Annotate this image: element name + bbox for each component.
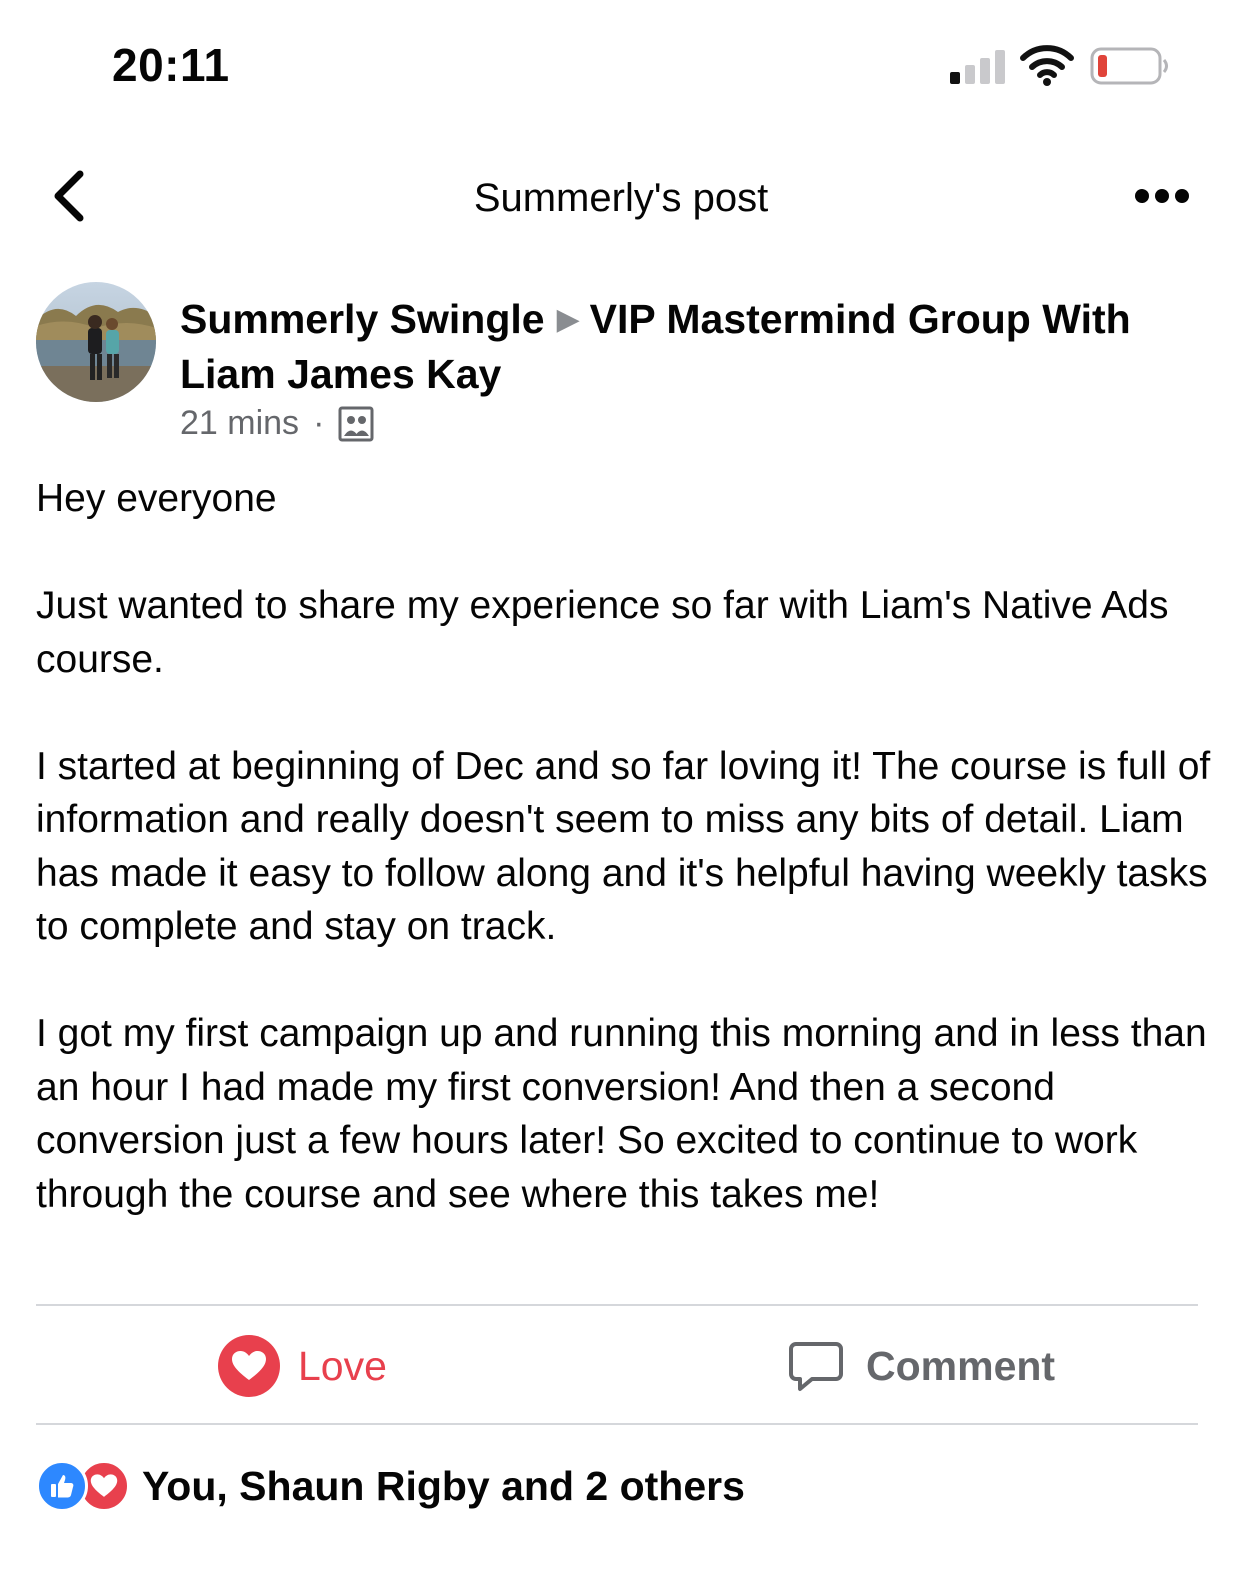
reactions-summary[interactable]: You, Shaun Rigby and 2 others <box>36 1460 745 1512</box>
comment-icon <box>789 1342 843 1391</box>
reactions-text: You, Shaun Rigby and 2 others <box>142 1462 745 1509</box>
post-body: Hey everyone Just wanted to share my exp… <box>36 472 1216 1221</box>
wifi-icon <box>1020 45 1074 86</box>
meta-separator: · <box>313 404 325 442</box>
triangle-right-icon: ▶ <box>556 303 580 336</box>
comment-button[interactable]: Comment <box>788 1330 1055 1402</box>
post-paragraph: I got my first campaign up and running t… <box>36 1012 1207 1216</box>
avatar[interactable] <box>36 282 156 402</box>
like-icon <box>36 1460 88 1512</box>
status-time: 20:11 <box>112 39 230 91</box>
post-screen: 20:11 Summerly's post Summerly Swingle ▶… <box>0 0 1242 1579</box>
post-header-title: Summerly Swingle ▶ VIP Mastermind Group Wi… <box>180 294 1180 400</box>
love-button[interactable]: Love <box>218 1330 387 1402</box>
group-icon <box>338 406 374 441</box>
post-paragraph: Hey everyone <box>36 477 277 520</box>
post-time[interactable]: 21 mins <box>180 404 299 443</box>
more-horizontal-icon[interactable] <box>1130 180 1194 212</box>
love-label: Love <box>298 1342 387 1389</box>
divider <box>36 1423 1198 1425</box>
post-paragraph: Just wanted to share my experience so fa… <box>36 584 1169 681</box>
cellular-signal-icon <box>950 50 1005 84</box>
post-meta: 21 mins · <box>180 404 374 443</box>
divider <box>36 1304 1198 1306</box>
page-title: Summerly's post <box>473 176 769 220</box>
comment-label: Comment <box>866 1342 1056 1389</box>
battery-low-icon <box>1090 47 1168 85</box>
author-name[interactable]: Summerly Swingle <box>180 296 545 342</box>
post-paragraph: I started at beginning of Dec and so far… <box>36 744 1211 949</box>
love-icon <box>218 1335 280 1397</box>
avatar-photo <box>36 282 156 402</box>
